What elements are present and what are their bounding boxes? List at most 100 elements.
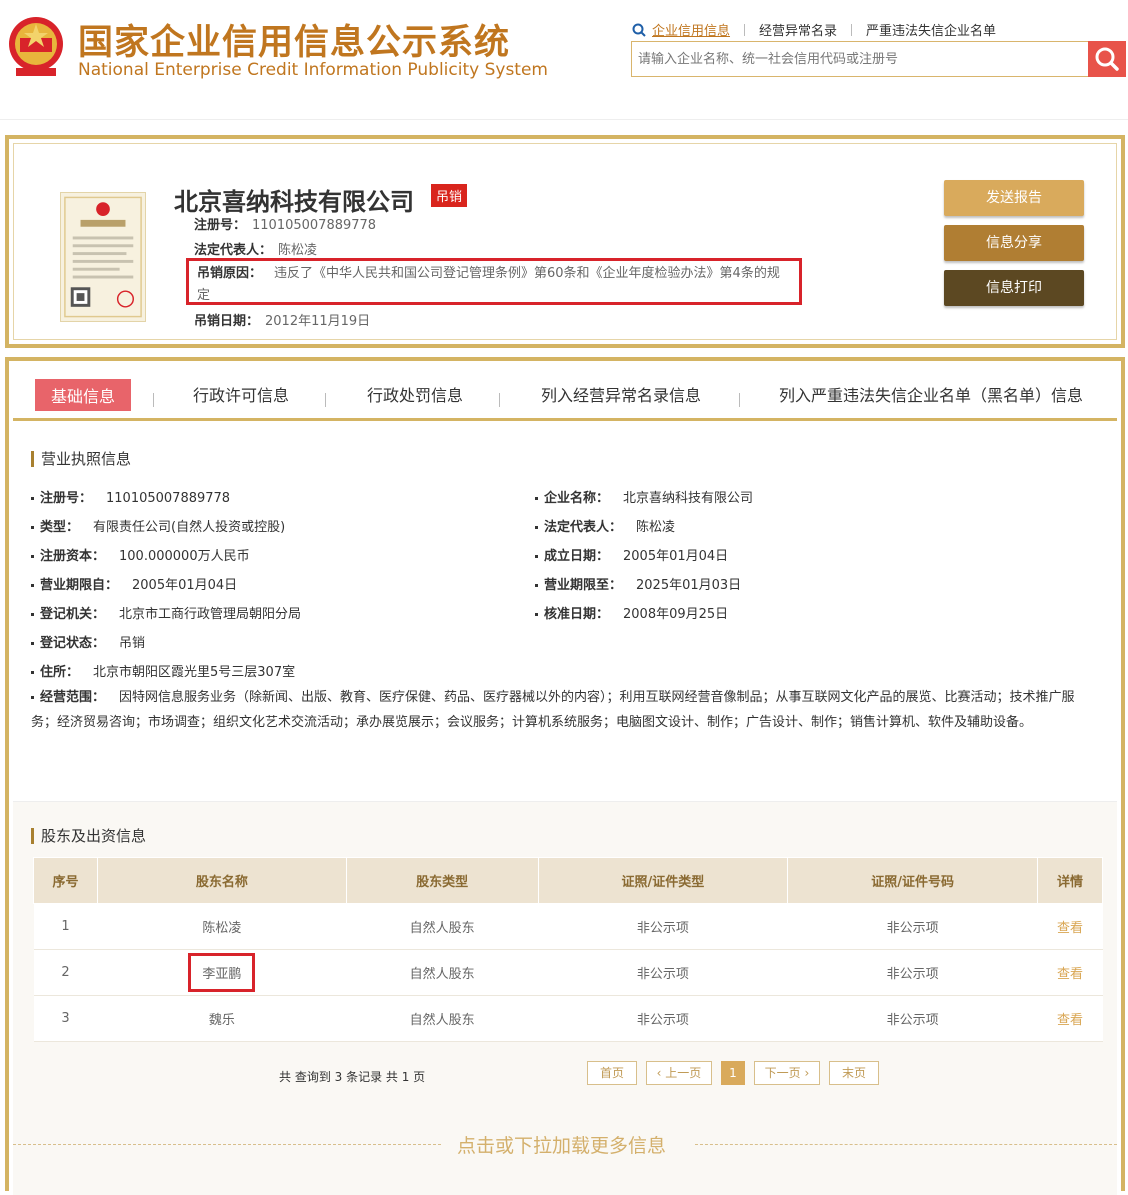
cell-cert-no: 非公示项	[787, 903, 1038, 950]
field-reg-no: 注册号： 110105007889778	[31, 487, 230, 506]
national-emblem-icon	[9, 17, 63, 76]
share-info-button[interactable]: 信息分享	[944, 225, 1084, 261]
tab-divider	[325, 393, 326, 407]
search-icon	[1095, 47, 1119, 71]
revoke-reason-value: 违反了《中华人民共和国公司登记管理条例》第60条和《企业年度检验办法》第4条的规…	[197, 266, 780, 303]
nav-divider	[744, 23, 746, 36]
field-address: 住所： 北京市朝阳区霞光里5号三层307室	[31, 661, 295, 680]
company-card-inner: 北京喜纳科技有限公司 吊销 注册号： 110105007889778 法定代表人：…	[13, 143, 1117, 340]
tab-bar: 基础信息 行政许可信息 行政处罚信息 列入经营异常名录信息 列入严重违法失信企业…	[13, 365, 1117, 421]
revoke-reason-label: 吊销原因：	[197, 266, 263, 281]
search-box	[631, 41, 1126, 77]
cell-name: 魏乐	[97, 995, 347, 1042]
shareholder-section: 股东及出资信息 序号 股东名称 股东类型 证照/证件类型 证照/证件号码 详情 …	[13, 801, 1117, 1195]
col-header-detail: 详情	[1037, 857, 1103, 904]
cell-type: 自然人股东	[346, 995, 539, 1042]
dashed-divider	[695, 1144, 1117, 1145]
site-subtitle: National Enterprise Credit Information P…	[78, 60, 548, 80]
load-more-bar[interactable]: 点击或下拉加载更多信息	[13, 1130, 1117, 1160]
cell-cert-type: 非公示项	[538, 995, 788, 1042]
shareholder-section-title: 股东及出资信息	[31, 828, 146, 844]
legal-rep-line: 法定代表人： 陈松凌	[194, 239, 317, 258]
cell-type: 自然人股东	[346, 949, 539, 996]
table-row: 2 李亚鹏 自然人股东 非公示项 非公示项 查看	[33, 949, 1103, 996]
chevron-left-icon: ‹	[656, 1066, 666, 1080]
col-header-cert-no: 证照/证件号码	[787, 857, 1039, 904]
cell-index: 2	[33, 949, 98, 996]
detail-panel: 基础信息 行政许可信息 行政处罚信息 列入经营异常名录信息 列入严重违法失信企业…	[5, 357, 1125, 1195]
field-business-scope: 经营范围： 因特网信息服务业务（除新闻、出版、教育、医疗保健、药品、医疗器械以外的…	[31, 690, 1075, 730]
pager-summary: 共 查询到 3 条记录 共 1 页	[279, 1070, 426, 1084]
company-name: 北京喜纳科技有限公司	[174, 188, 414, 216]
tab-divider	[739, 393, 740, 407]
cell-name: 陈松凌	[97, 903, 347, 950]
pager-first-button[interactable]: 首页	[587, 1061, 637, 1085]
send-report-button[interactable]: 发送报告	[944, 180, 1084, 216]
nav-blacklist[interactable]: 严重违法失信企业名单	[866, 20, 996, 39]
site-header: 国家企业信用信息公示系统 National Enterprise Credit …	[0, 0, 1128, 120]
pager-last-button[interactable]: 末页	[829, 1061, 879, 1085]
nav-credit-info[interactable]: 企业信用信息	[652, 20, 730, 39]
tab-blacklist[interactable]: 列入严重违法失信企业名单（黑名单）信息	[779, 382, 1083, 406]
view-detail-link[interactable]: 查看	[1037, 903, 1103, 950]
search-button[interactable]	[1088, 41, 1126, 77]
cell-index: 3	[33, 995, 98, 1042]
license-section-title: 营业执照信息	[31, 451, 131, 467]
cell-cert-no: 非公示项	[787, 949, 1038, 996]
field-type: 类型： 有限责任公司(自然人投资或控股)	[31, 516, 285, 535]
revoke-date-value: 2012年11月19日	[265, 314, 371, 329]
cell-cert-no: 非公示项	[787, 995, 1038, 1042]
search-icon	[632, 23, 646, 37]
print-info-button[interactable]: 信息打印	[944, 270, 1084, 306]
field-approved: 核准日期： 2008年09月25日	[535, 603, 728, 622]
cell-name: 李亚鹏	[97, 949, 347, 996]
tab-admin-penalty[interactable]: 行政处罚信息	[367, 382, 463, 406]
chevron-right-icon: ›	[800, 1066, 810, 1080]
table-row: 1 陈松凌 自然人股东 非公示项 非公示项 查看	[33, 903, 1103, 950]
table-header-row: 序号 股东名称 股东类型 证照/证件类型 证照/证件号码 详情	[33, 857, 1103, 904]
tab-admin-license[interactable]: 行政许可信息	[193, 382, 289, 406]
shareholder-name-highlight: 李亚鹏	[188, 953, 256, 992]
pager-prev-button[interactable]: ‹ 上一页	[646, 1061, 712, 1085]
cell-type: 自然人股东	[346, 903, 539, 950]
tab-divider	[153, 393, 154, 407]
field-authority: 登记机关： 北京市工商行政管理局朝阳分局	[31, 603, 301, 622]
shareholder-table: 序号 股东名称 股东类型 证照/证件类型 证照/证件号码 详情 1 陈松凌 自然…	[33, 857, 1103, 1042]
status-badge: 吊销	[431, 184, 468, 207]
field-reg-status: 登记状态： 吊销	[31, 632, 145, 651]
tab-basic-info[interactable]: 基础信息	[35, 379, 132, 411]
site-title: 国家企业信用信息公示系统	[78, 23, 511, 63]
revoke-date-label: 吊销日期：	[194, 314, 260, 329]
reg-no-label: 注册号：	[194, 218, 247, 233]
tab-divider	[499, 393, 500, 407]
revoke-date-line: 吊销日期： 2012年11月19日	[194, 310, 370, 329]
reg-no-value: 110105007889778	[252, 218, 377, 233]
search-input[interactable]	[632, 42, 1088, 76]
pager-next-button[interactable]: 下一页 ›	[754, 1061, 820, 1085]
legal-rep-value: 陈松凌	[278, 243, 318, 258]
business-license-thumbnail[interactable]	[60, 192, 146, 322]
nav-divider	[851, 23, 853, 36]
view-detail-link[interactable]: 查看	[1037, 995, 1103, 1042]
field-established: 成立日期： 2005年01月04日	[535, 545, 728, 564]
field-capital: 注册资本： 100.000000万人民币	[31, 545, 250, 564]
view-detail-link[interactable]: 查看	[1037, 949, 1103, 996]
cell-index: 1	[33, 903, 98, 950]
legal-rep-label: 法定代表人：	[194, 243, 273, 258]
reg-no-line: 注册号： 110105007889778	[194, 214, 376, 233]
load-more-text[interactable]: 点击或下拉加载更多信息	[457, 1131, 666, 1158]
pager-current-page[interactable]: 1	[721, 1061, 745, 1085]
tab-abnormal-list[interactable]: 列入经营异常名录信息	[541, 382, 701, 406]
field-term-to: 营业期限至： 2025年01月03日	[535, 574, 741, 593]
field-term-from: 营业期限自： 2005年01月04日	[31, 574, 237, 593]
col-header-type: 股东类型	[345, 857, 539, 904]
col-header-cert-type: 证照/证件类型	[537, 857, 789, 904]
revoke-reason-highlight: 吊销原因： 违反了《中华人民共和国公司登记管理条例》第60条和《企业年度检验办法》…	[186, 258, 802, 305]
field-company-name: 企业名称： 北京喜纳科技有限公司	[535, 487, 753, 506]
nav-abnormal-list[interactable]: 经营异常名录	[759, 20, 837, 39]
field-legal-rep: 法定代表人： 陈松凌	[535, 516, 675, 535]
dashed-divider	[13, 1144, 441, 1145]
cell-cert-type: 非公示项	[538, 949, 788, 996]
col-header-name: 股东名称	[96, 857, 347, 904]
table-row: 3 魏乐 自然人股东 非公示项 非公示项 查看	[33, 995, 1103, 1042]
